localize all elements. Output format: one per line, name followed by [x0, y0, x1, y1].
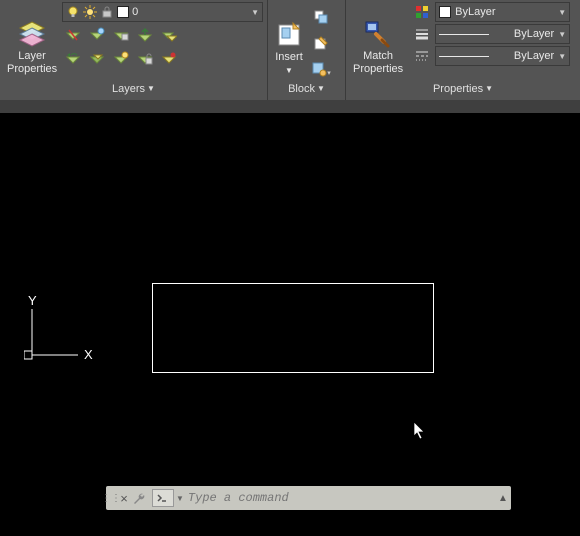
color-swatch-icon	[439, 6, 451, 18]
match-properties-button[interactable]: Match Properties	[350, 2, 406, 79]
panel-block: Insert ▼ ▾ Block▼	[268, 0, 346, 100]
layer-isolate-button[interactable]	[86, 48, 108, 70]
drawing-canvas[interactable]: X Y ⋮⋮ × ▼ ▲	[0, 113, 580, 536]
insert-label: Insert	[275, 51, 303, 63]
lineweight-dropdown[interactable]: ByLayer ▼	[435, 24, 570, 44]
insert-button[interactable]: Insert ▼	[270, 2, 308, 80]
edit-attributes-button[interactable]: ▾	[310, 58, 332, 80]
layer-off-button[interactable]	[62, 24, 84, 46]
chevron-down-icon: ▼	[315, 84, 325, 93]
command-input[interactable]	[184, 491, 495, 505]
layer-dropdown-value: 0	[132, 6, 248, 18]
panel-title-layers[interactable]: Layers▼	[0, 80, 267, 100]
chevron-down-icon: ▼	[251, 8, 259, 17]
command-prompt-icon[interactable]	[152, 489, 174, 507]
command-line[interactable]: ⋮⋮ × ▼ ▲	[106, 486, 511, 510]
layer-dropdown[interactable]: 0 ▼	[62, 2, 263, 22]
insert-block-icon	[273, 19, 305, 51]
close-icon[interactable]: ×	[116, 491, 132, 506]
layer-make-current-button[interactable]	[134, 24, 156, 46]
linetype-dropdown[interactable]: ByLayer ▼	[435, 46, 570, 66]
edit-block-button[interactable]	[310, 32, 332, 54]
cursor-icon	[413, 421, 427, 441]
panel-layers: Layer Properties 0 ▼	[0, 0, 268, 100]
panel-title-block[interactable]: Block▼	[268, 80, 345, 100]
linetype-button[interactable]	[411, 46, 433, 66]
panel-properties: Match Properties ByLayer ▼ ByLayer ▼	[346, 0, 580, 100]
lineweight-dropdown-value: ByLayer	[493, 28, 554, 40]
separator	[0, 100, 580, 113]
object-color-button[interactable]	[411, 2, 433, 22]
line-preview-icon	[439, 56, 489, 57]
customize-icon[interactable]	[132, 491, 150, 505]
chevron-down-icon[interactable]: ▼	[176, 494, 184, 503]
color-dropdown-value: ByLayer	[455, 6, 554, 18]
match-properties-icon	[362, 18, 394, 50]
line-preview-icon	[439, 34, 489, 35]
svg-text:X: X	[84, 347, 93, 362]
layer-thaw-button[interactable]	[110, 48, 132, 70]
color-dropdown[interactable]: ByLayer ▼	[435, 2, 570, 22]
panel-title-properties[interactable]: Properties▼	[346, 80, 580, 100]
layer-match-button[interactable]	[158, 24, 180, 46]
lock-icon	[100, 5, 114, 19]
layer-stack-icon	[16, 18, 48, 50]
lightbulb-icon	[66, 5, 80, 19]
color-swatch-icon	[117, 6, 129, 18]
svg-text:Y: Y	[28, 293, 37, 308]
history-up-icon[interactable]: ▲	[495, 493, 511, 504]
create-block-button[interactable]	[310, 6, 332, 28]
chevron-down-icon: ▼	[145, 84, 155, 93]
match-properties-label: Match Properties	[353, 50, 403, 76]
chevron-down-icon: ▼	[558, 52, 566, 61]
chevron-down-icon: ▼	[558, 8, 566, 17]
layer-properties-button[interactable]: Layer Properties	[4, 2, 60, 79]
chevron-down-icon: ▼	[558, 30, 566, 39]
chevron-down-icon: ▼	[483, 84, 493, 93]
sun-icon	[83, 5, 97, 19]
linetype-dropdown-value: ByLayer	[493, 50, 554, 62]
lineweight-button[interactable]	[411, 24, 433, 44]
ucs-icon: X Y	[24, 293, 99, 363]
rectangle-entity[interactable]	[152, 283, 434, 373]
layer-properties-label: Layer Properties	[7, 50, 57, 76]
drag-handle-icon[interactable]: ⋮⋮	[106, 486, 116, 510]
layer-unlock-button[interactable]	[134, 48, 156, 70]
layer-previous-button[interactable]	[62, 48, 84, 70]
layer-freeze-button[interactable]	[86, 24, 108, 46]
layer-change-button[interactable]	[158, 48, 180, 70]
layer-lock-button[interactable]	[110, 24, 132, 46]
chevron-down-icon: ▼	[285, 66, 293, 75]
